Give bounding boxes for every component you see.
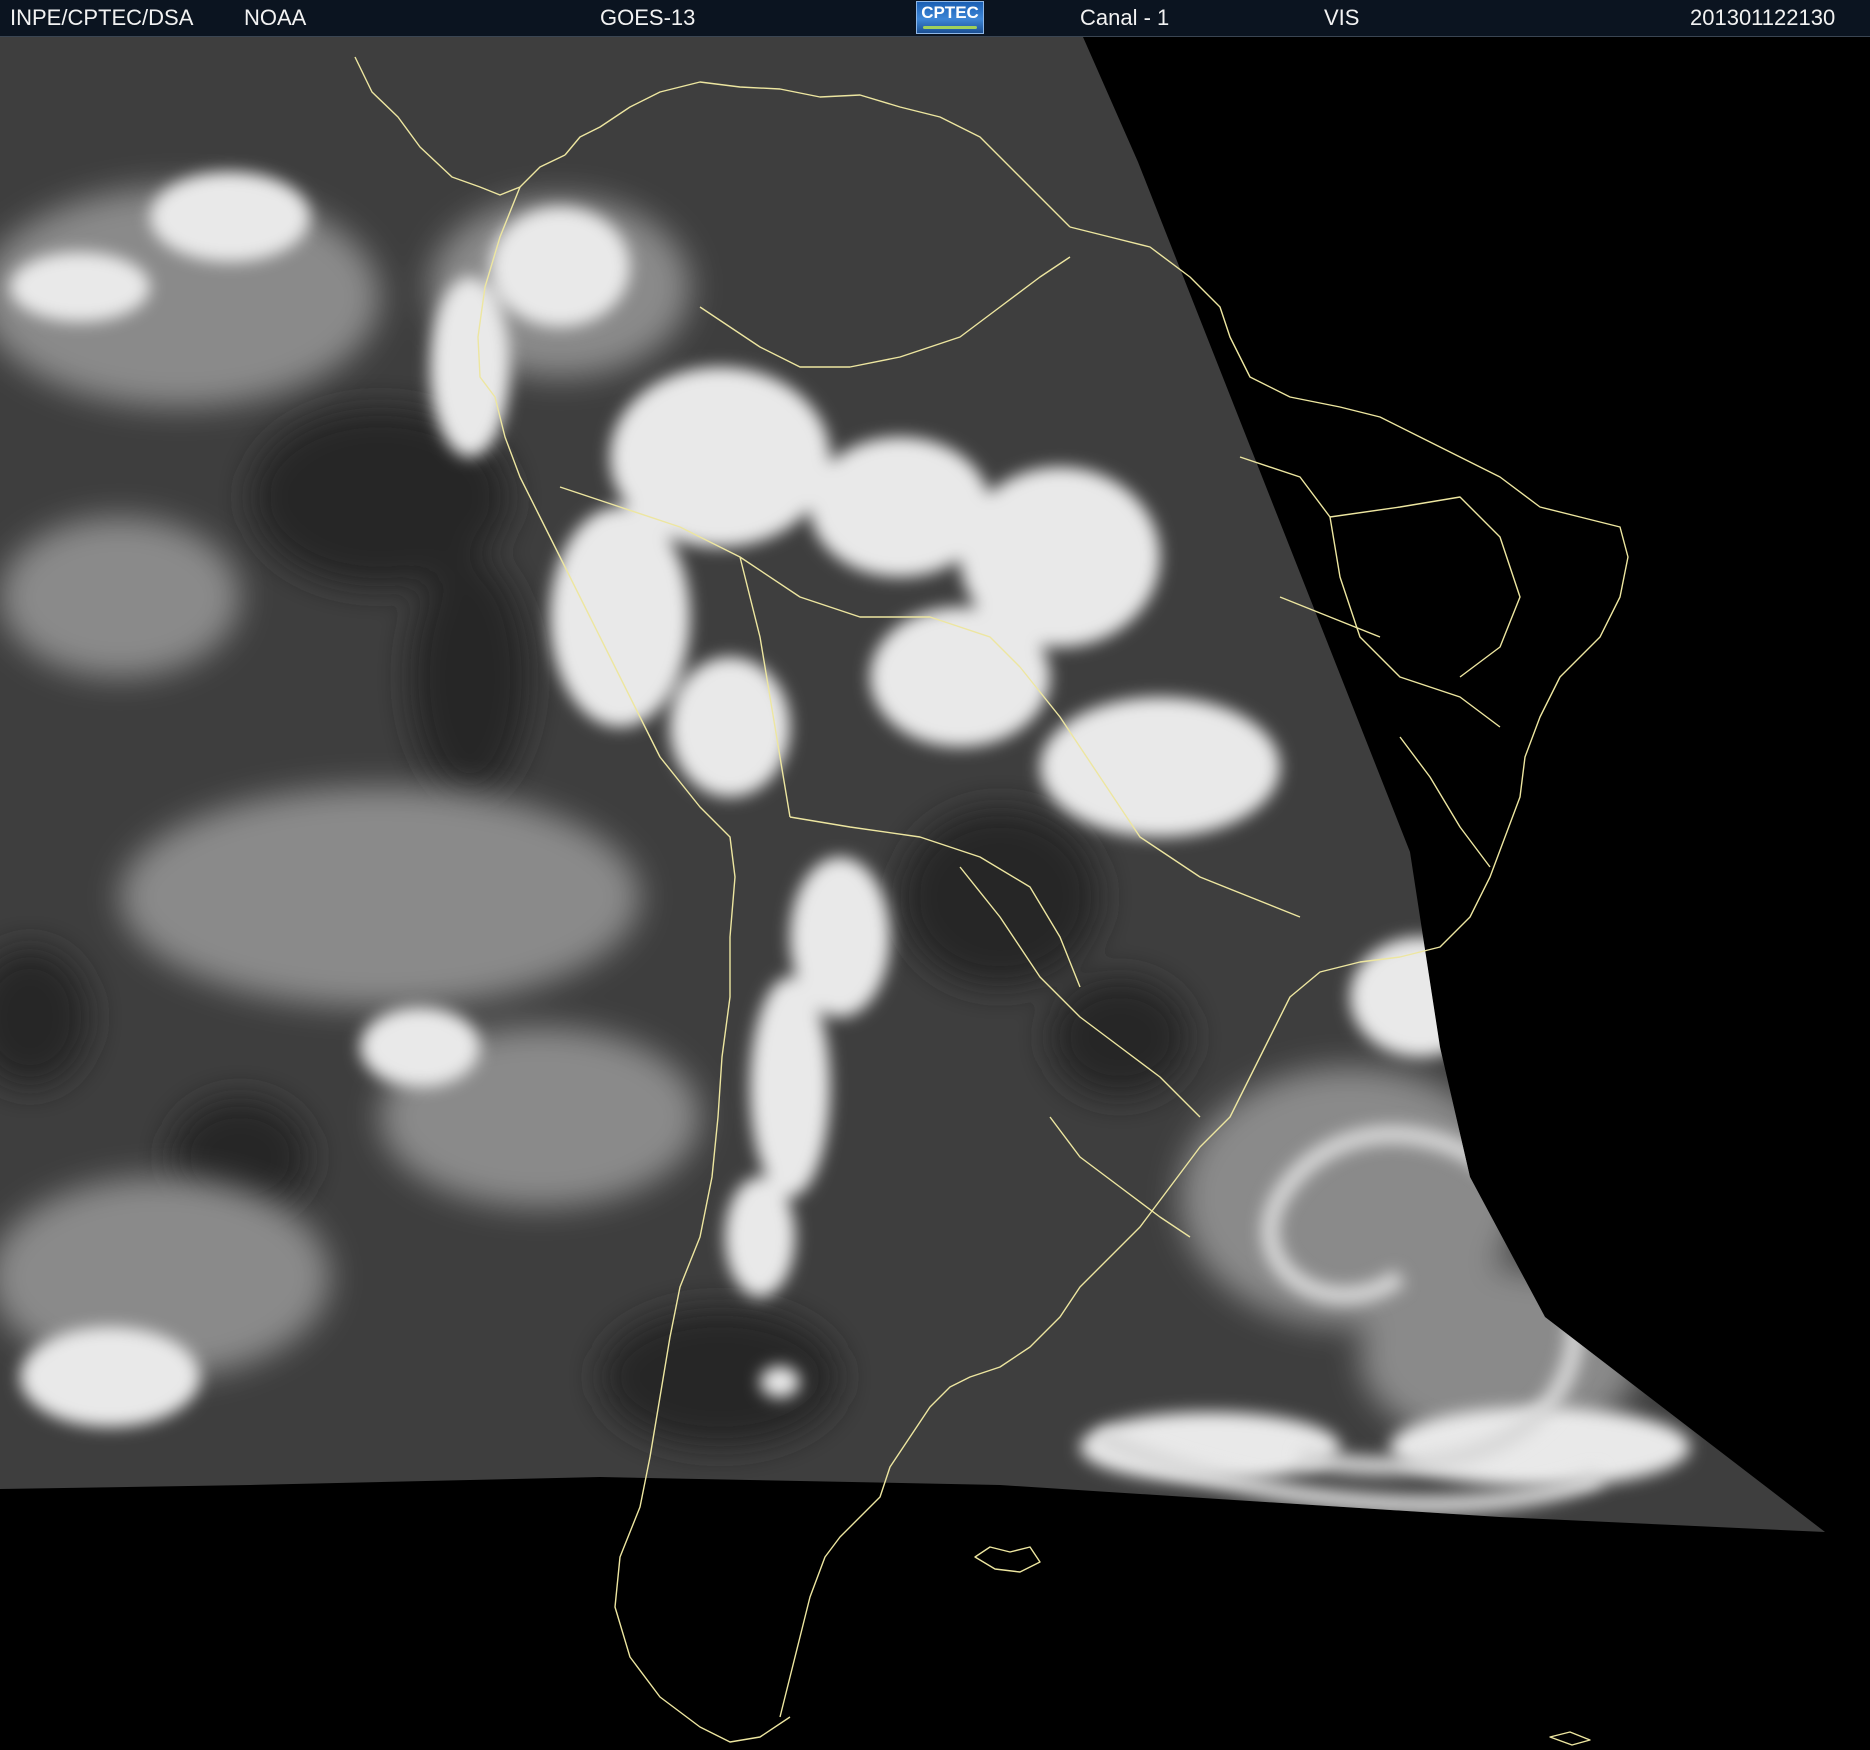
band-label: VIS [1324, 5, 1360, 30]
channel-label: Canal - 1 [1080, 5, 1170, 30]
cptec-logo: CPTEC [916, 1, 984, 34]
image-header-bar: INPE/CPTEC/DSA NOAA GOES-13 CPTEC Canal … [0, 0, 1870, 37]
satellite-image [0, 37, 1870, 1750]
agency-label: NOAA [244, 5, 307, 30]
satellite-label: GOES-13 [600, 5, 696, 30]
organization-label: INPE/CPTEC/DSA [10, 5, 194, 30]
logo-swoosh [923, 26, 977, 29]
cptec-logo-text: CPTEC [921, 3, 979, 22]
timestamp-label: 201301122130 [1690, 5, 1836, 30]
